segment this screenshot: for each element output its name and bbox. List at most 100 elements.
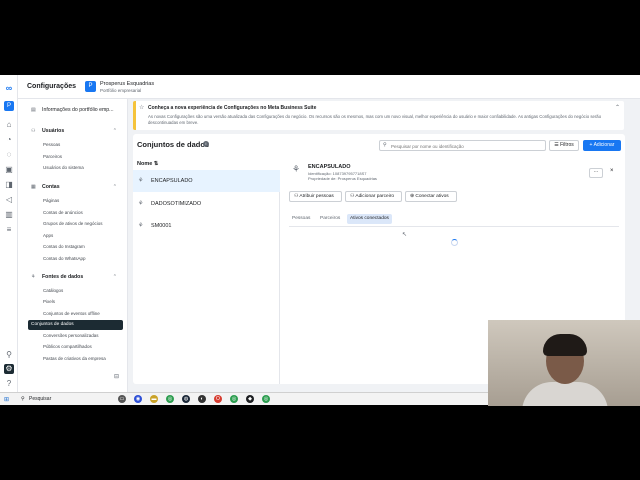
accounts-icon: ▦ bbox=[31, 184, 36, 190]
sidebar-item-creative-folders[interactable]: Pastas de criativos da empresa bbox=[43, 356, 106, 361]
sidebar-item-offline-events[interactable]: Conjuntos de eventos offline bbox=[43, 311, 100, 316]
more-options-button[interactable]: ··· bbox=[589, 168, 603, 178]
sidebar-item-portfolio-info[interactable]: Informações do portfólio emp... bbox=[42, 107, 114, 113]
meta-logo-icon[interactable]: ∞ bbox=[4, 83, 14, 93]
search-box[interactable]: ⚲ bbox=[379, 140, 546, 151]
datasources-icon: ⚘ bbox=[31, 274, 36, 280]
sidebar-section-datasources[interactable]: Fontes de dados bbox=[42, 274, 83, 280]
chevron-up-icon[interactable]: ⌃ bbox=[113, 128, 117, 134]
webcam-overlay bbox=[488, 320, 640, 406]
banner-text: As novas Configurações são uma versão at… bbox=[148, 114, 602, 125]
dataset-name: DADOSOTIMIZADO bbox=[151, 201, 202, 207]
menu-icon[interactable]: ≡ bbox=[4, 225, 14, 235]
sidebar-item-whatsapp[interactable]: Contas do WhatsApp bbox=[43, 256, 86, 261]
chrome-icon[interactable]: ◎ bbox=[166, 395, 174, 403]
sidebar-item-datasets[interactable]: Conjuntos de dados bbox=[28, 320, 123, 330]
steam-icon[interactable]: ◍ bbox=[182, 395, 190, 403]
taskbar-search[interactable]: ⚲ Pesquisar bbox=[20, 395, 110, 404]
connect-assets-button[interactable]: ⊕ Conectar ativos bbox=[405, 191, 457, 202]
taskbar-search-label: Pesquisar bbox=[29, 396, 52, 402]
search-input[interactable] bbox=[391, 142, 541, 150]
chat-app-icon[interactable]: ◉ bbox=[134, 395, 142, 403]
assign-people-button[interactable]: ⚇ Atribuir pessoas bbox=[289, 191, 342, 202]
sidebar-section-users[interactable]: Usuários bbox=[42, 128, 64, 134]
sidebar-item-asset-groups[interactable]: Grupos de ativos de negócios bbox=[43, 221, 103, 226]
chrome-profile-icon[interactable]: ◎ bbox=[230, 395, 238, 403]
dataset-icon: ⚘ bbox=[138, 223, 144, 229]
detail-name: ENCAPSULADO bbox=[308, 164, 351, 170]
sidebar-item-ad-accounts[interactable]: Contas de anúncios bbox=[43, 210, 83, 215]
sidebar-item-instagram[interactable]: Contas do Instagram bbox=[43, 244, 85, 249]
filter-icon: ☰ bbox=[554, 142, 559, 148]
ads-icon[interactable]: ◨ bbox=[4, 180, 14, 190]
add-partner-button[interactable]: ⚇ Adicionar parceiro bbox=[345, 191, 402, 202]
button-label: Conectar ativos bbox=[415, 194, 449, 199]
megaphone-icon[interactable]: ◁ bbox=[4, 195, 14, 205]
dataset-icon: ⚘ bbox=[138, 201, 144, 207]
dataset-name: SM0001 bbox=[151, 223, 172, 229]
filters-button[interactable]: ☰ Filtros bbox=[549, 140, 579, 151]
tab-connected-assets[interactable]: Ativos conectados bbox=[347, 214, 392, 224]
add-button[interactable]: + Adicionar bbox=[583, 140, 621, 151]
info-icon[interactable]: i bbox=[203, 141, 209, 147]
opera-icon[interactable]: O bbox=[214, 395, 222, 403]
settings-gear-icon[interactable]: ⚙ bbox=[4, 364, 14, 374]
chevron-up-icon[interactable]: ⌃ bbox=[113, 274, 117, 280]
dataset-list: ⚘ ENCAPSULADO ⚘ DADOSOTIMIZADO ⚘ SM0001 bbox=[133, 170, 280, 384]
portfolio-type: Portfólio empresarial bbox=[100, 88, 142, 93]
portfolio-avatar-icon[interactable]: P bbox=[4, 101, 14, 111]
dataset-name: ENCAPSULADO bbox=[151, 178, 193, 184]
mouse-cursor-icon: ↖ bbox=[402, 232, 408, 238]
tab-partners[interactable]: Parceiros bbox=[317, 214, 343, 224]
users-icon: ⚇ bbox=[31, 128, 36, 134]
column-header-name[interactable]: Nome ⇅ bbox=[137, 161, 158, 167]
chevron-up-icon[interactable]: ⌃ bbox=[615, 104, 620, 111]
new-experience-banner: ☆ Conheça a nova experiência de Configur… bbox=[133, 101, 624, 130]
collapse-sidebar-icon[interactable]: ⊟ bbox=[114, 373, 119, 380]
detail-owner: Propriedade de: Prosperus Esquadrias bbox=[308, 176, 377, 181]
list-item[interactable]: ⚘ ENCAPSULADO bbox=[133, 170, 280, 192]
button-label: Adicionar parceiro bbox=[355, 194, 395, 199]
sidebar-item-apps[interactable]: Apps bbox=[43, 233, 53, 238]
dataset-icon: ⚘ bbox=[138, 178, 144, 184]
content-icon[interactable]: ▣ bbox=[4, 165, 14, 175]
bell-icon[interactable]: ◔ bbox=[4, 135, 14, 145]
list-item[interactable]: ⚘ SM0001 bbox=[133, 215, 280, 237]
sidebar-section-accounts[interactable]: Contas bbox=[42, 184, 60, 190]
file-explorer-icon[interactable]: ▬ bbox=[150, 395, 158, 403]
webcam-person-hair bbox=[543, 334, 587, 356]
portfolio-avatar[interactable]: P bbox=[85, 81, 96, 92]
chevron-up-icon[interactable]: ⌃ bbox=[113, 184, 117, 190]
search-icon: ⚲ bbox=[383, 142, 387, 148]
insights-icon[interactable]: ▥ bbox=[4, 210, 14, 220]
portfolio-name[interactable]: Prosperus Esquadrias bbox=[100, 81, 154, 87]
sidebar-item-people[interactable]: Pessoas bbox=[43, 142, 60, 147]
page-title: Configurações bbox=[27, 83, 77, 90]
help-icon[interactable]: ? bbox=[4, 379, 14, 389]
sidebar-item-catalogs[interactable]: Catálogos bbox=[43, 288, 63, 293]
chat-icon[interactable]: ◌ bbox=[4, 150, 14, 160]
sidebar-item-pixels[interactable]: Pixels bbox=[43, 299, 55, 304]
sidebar-item-system-users[interactable]: Usuários do sistema bbox=[43, 165, 84, 170]
search-icon[interactable]: ⚲ bbox=[4, 350, 14, 360]
sidebar-item-pages[interactable]: Páginas bbox=[43, 198, 59, 203]
close-icon[interactable]: × bbox=[610, 168, 614, 174]
task-view-icon[interactable]: ▭ bbox=[118, 395, 126, 403]
list-item[interactable]: ⚘ DADOSOTIMIZADO bbox=[133, 193, 280, 215]
tab-divider bbox=[289, 226, 619, 227]
tab-people[interactable]: Pessoas bbox=[289, 214, 313, 224]
sidebar-item-shared-audiences[interactable]: Públicos compartilhados bbox=[43, 344, 92, 349]
dataset-icon: ⚘ bbox=[292, 164, 301, 174]
app-icon[interactable]: ◐ bbox=[198, 395, 206, 403]
filters-label: Filtros bbox=[560, 142, 574, 148]
search-icon: ⚲ bbox=[21, 396, 25, 402]
settings-sidebar: ▤ Informações do portfólio emp... ⚇ Usuá… bbox=[18, 99, 128, 392]
sidebar-item-partners[interactable]: Parceiros bbox=[43, 154, 62, 159]
windows-start-icon[interactable]: ⊞ bbox=[4, 396, 9, 403]
app-icon[interactable]: ◆ bbox=[246, 395, 254, 403]
home-icon[interactable]: ⌂ bbox=[4, 120, 14, 130]
briefcase-icon: ▤ bbox=[31, 107, 36, 113]
sidebar-item-custom-conversions[interactable]: Conversões personalizadas bbox=[43, 333, 99, 338]
chrome-profile-icon[interactable]: ◎ bbox=[262, 395, 270, 403]
banner-title: Conheça a nova experiência de Configuraç… bbox=[148, 105, 317, 111]
